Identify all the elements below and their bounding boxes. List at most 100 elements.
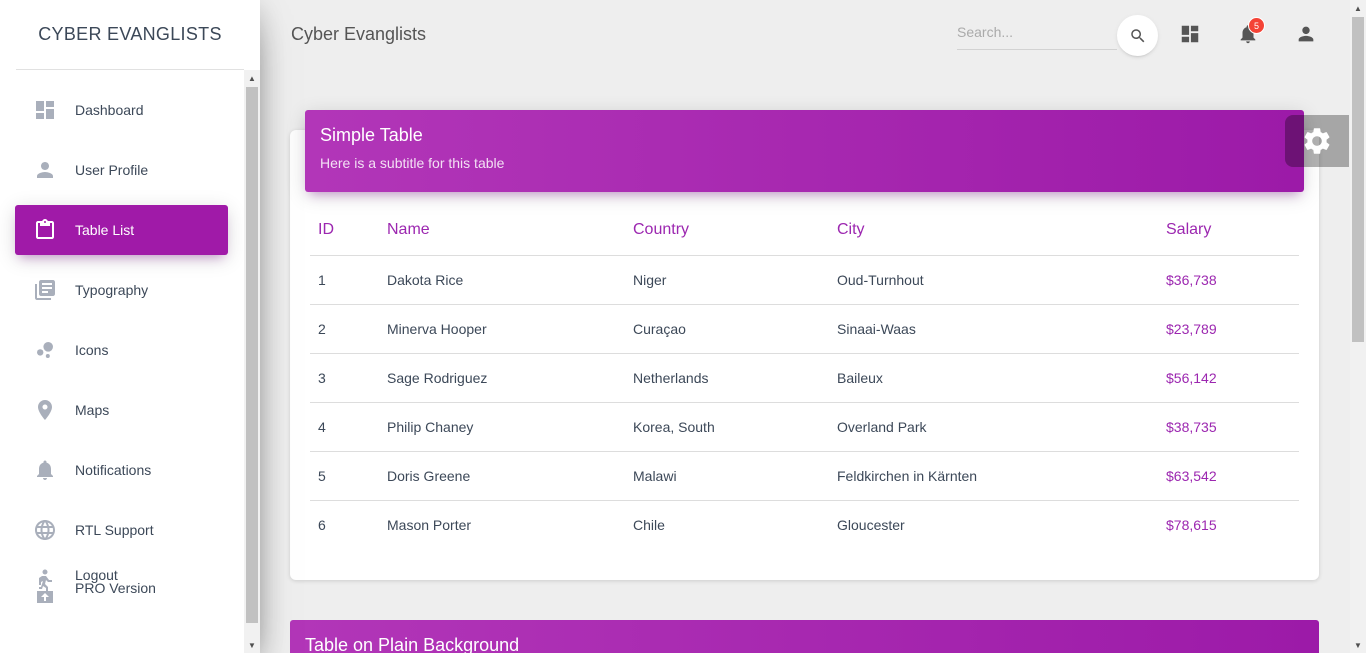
page-scrollbar[interactable]: ▲ ▼ bbox=[1350, 0, 1366, 653]
scroll-down-arrow-icon[interactable]: ▼ bbox=[1350, 637, 1366, 653]
cell-country: Chile bbox=[633, 516, 665, 533]
cell-country: Niger bbox=[625, 255, 829, 305]
cell-id: 4 bbox=[310, 402, 379, 452]
library-books-icon bbox=[30, 278, 60, 302]
sidebar-item-label: User Profile bbox=[75, 162, 149, 178]
sidebar-item-label: Dashboard bbox=[75, 102, 144, 118]
cell-salary: $78,615 bbox=[1166, 516, 1217, 533]
column-header-id: ID bbox=[310, 206, 379, 256]
table-row: 5 Doris Greene Malawi Feldkirchen in Kär… bbox=[310, 451, 1299, 501]
cell-country: Curaçao bbox=[625, 304, 829, 354]
cell-id: 6 bbox=[318, 516, 326, 533]
column-header-salary: Salary bbox=[1158, 206, 1299, 256]
dashboard-icon bbox=[30, 98, 60, 122]
cell-salary: $56,142 bbox=[1158, 353, 1299, 403]
cell-name: Mason Porter bbox=[387, 516, 472, 533]
sidebar-scrollbar[interactable]: ▲ ▼ bbox=[244, 70, 260, 653]
person-icon bbox=[30, 158, 60, 182]
column-header-country: Country bbox=[625, 206, 829, 256]
search-button[interactable] bbox=[1117, 15, 1158, 56]
search-input[interactable] bbox=[957, 16, 1115, 48]
search-field[interactable] bbox=[957, 16, 1117, 50]
cell-salary: $23,789 bbox=[1158, 304, 1299, 354]
location-pin-icon bbox=[30, 398, 60, 422]
card-header: Simple Table Here is a subtitle for this… bbox=[305, 110, 1304, 192]
scroll-up-arrow-icon[interactable]: ▲ bbox=[1350, 0, 1366, 16]
cell-salary: $38,735 bbox=[1158, 402, 1299, 452]
column-header-name: Name bbox=[379, 206, 625, 256]
brand-logo-text[interactable]: CYBER EVANGLISTS bbox=[16, 0, 244, 70]
data-table: ID Name Country City Salary 1 Dakota Ric… bbox=[310, 206, 1299, 549]
cell-salary: $63,542 bbox=[1158, 451, 1299, 501]
cell-city: Feldkirchen in Kärnten bbox=[829, 451, 1158, 501]
sidebar: CYBER EVANGLISTS Dashboard User Profile … bbox=[0, 0, 260, 653]
table-row: 1 Dakota Rice Niger Oud-Turnhout $36,738 bbox=[310, 255, 1299, 305]
cell-city: Baileux bbox=[829, 353, 1158, 403]
notification-count-badge: 5 bbox=[1248, 17, 1265, 34]
sidebar-item-user-profile[interactable]: User Profile bbox=[15, 145, 228, 195]
sidebar-item-icons[interactable]: Icons bbox=[15, 325, 228, 375]
sidebar-item-rtl-support[interactable]: RTL Support bbox=[15, 505, 228, 555]
page-scrollbar-thumb[interactable] bbox=[1352, 17, 1364, 342]
top-navbar: Cyber Evanglists 5 bbox=[260, 0, 1350, 70]
sidebar-item-label: Table List bbox=[75, 222, 135, 238]
cell-id: 2 bbox=[310, 304, 379, 354]
language-icon bbox=[30, 518, 60, 542]
cell-id: 3 bbox=[310, 353, 379, 403]
cell-city: Oud-Turnhout bbox=[829, 255, 1158, 305]
cell-city: Overland Park bbox=[829, 402, 1158, 452]
table-row: 4 Philip Chaney Korea, South Overland Pa… bbox=[310, 402, 1299, 452]
cell-name: Minerva Hooper bbox=[379, 304, 625, 354]
sidebar-item-notifications[interactable]: Notifications bbox=[15, 445, 228, 495]
sidebar-item-label: RTL Support bbox=[75, 522, 154, 538]
cell-city: Gloucester bbox=[837, 516, 905, 533]
card-title: Table on Plain Background bbox=[305, 635, 520, 653]
cell-name: Sage Rodriguez bbox=[379, 353, 625, 403]
sidebar-item-label: Typography bbox=[75, 282, 149, 298]
logout-labels: Logout PRO Version bbox=[75, 568, 156, 596]
sidebar-item-maps[interactable]: Maps bbox=[15, 385, 228, 435]
card-title: Simple Table bbox=[320, 125, 423, 145]
bubble-chart-icon bbox=[30, 338, 60, 362]
sidebar-item-typography[interactable]: Typography bbox=[15, 265, 228, 315]
sidebar-item-table-list[interactable]: Table List bbox=[15, 205, 228, 255]
scroll-up-arrow-icon[interactable]: ▲ bbox=[244, 70, 260, 86]
scroll-down-arrow-icon[interactable]: ▼ bbox=[244, 637, 260, 653]
search-icon bbox=[1130, 28, 1144, 42]
sidebar-item-dashboard[interactable]: Dashboard bbox=[15, 85, 228, 135]
page-title[interactable]: Cyber Evanglists bbox=[291, 24, 426, 45]
clipboard-icon bbox=[30, 218, 60, 242]
sidebar-item-label: Notifications bbox=[75, 462, 152, 478]
settings-plugin-button[interactable] bbox=[1285, 115, 1349, 167]
plain-table-card-header: Table on Plain Background bbox=[290, 620, 1319, 653]
table-row: 6 Mason Porter Chile Gloucester $78,615 bbox=[310, 500, 1299, 549]
logout-icon bbox=[30, 569, 60, 605]
cell-country: Netherlands bbox=[625, 353, 829, 403]
cell-name: Doris Greene bbox=[379, 451, 625, 501]
table-header-row: ID Name Country City Salary bbox=[310, 206, 1299, 256]
user-account-button[interactable] bbox=[1294, 22, 1318, 46]
column-header-city: City bbox=[829, 206, 1158, 256]
cell-id: 5 bbox=[310, 451, 379, 501]
bell-icon bbox=[30, 458, 60, 482]
cell-name: Dakota Rice bbox=[379, 255, 625, 305]
cell-city: Sinaai-Waas bbox=[829, 304, 1158, 354]
sidebar-scrollbar-thumb[interactable] bbox=[246, 87, 258, 623]
sidebar-item-logout[interactable]: Logout PRO Version bbox=[15, 565, 228, 609]
sidebar-item-label: Icons bbox=[75, 342, 109, 358]
cell-name: Philip Chaney bbox=[379, 402, 625, 452]
table-row: 2 Minerva Hooper Curaçao Sinaai-Waas $23… bbox=[310, 304, 1299, 354]
dashboard-button[interactable] bbox=[1178, 22, 1202, 46]
cell-id: 1 bbox=[310, 255, 379, 305]
cell-salary: $36,738 bbox=[1158, 255, 1299, 305]
card-subtitle: Here is a subtitle for this table bbox=[320, 155, 505, 171]
pro-version-label: PRO Version bbox=[75, 580, 156, 596]
dashboard-icon bbox=[1181, 25, 1199, 43]
sidebar-nav: Dashboard User Profile Table List Typogr… bbox=[0, 85, 244, 619]
sidebar-item-label: Maps bbox=[75, 402, 110, 418]
cell-country: Malawi bbox=[625, 451, 829, 501]
cell-country: Korea, South bbox=[625, 402, 829, 452]
gear-icon bbox=[1304, 128, 1330, 154]
person-icon bbox=[1298, 26, 1314, 42]
table-row: 3 Sage Rodriguez Netherlands Baileux $56… bbox=[310, 353, 1299, 403]
